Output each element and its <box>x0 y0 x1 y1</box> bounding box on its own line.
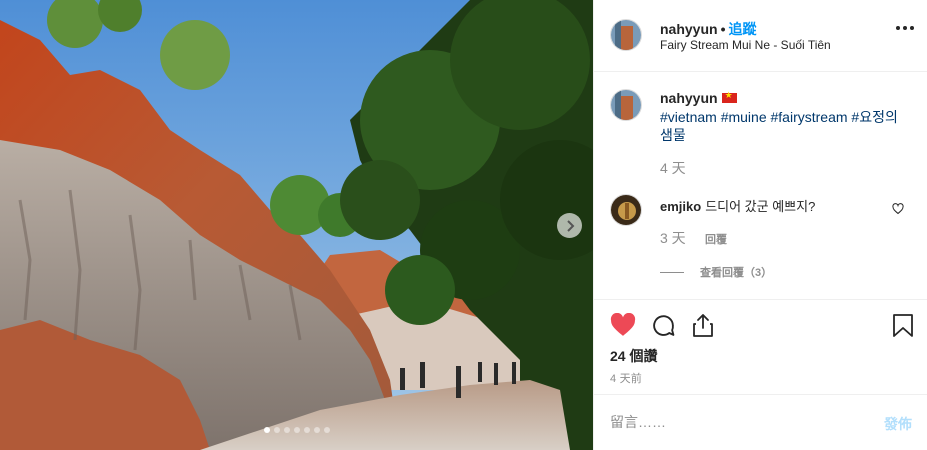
more-options-icon[interactable] <box>896 26 914 30</box>
comments-section: nahyyun #vietnam #muine #fairystream #요정… <box>594 72 927 300</box>
avatar[interactable] <box>610 89 642 121</box>
caption-username[interactable]: nahyyun <box>660 90 718 106</box>
comment-input[interactable] <box>610 411 850 433</box>
divider <box>660 271 684 273</box>
carousel-dot <box>273 427 280 433</box>
location-link[interactable]: Fairy Stream Mui Ne - Suối Tiên <box>660 38 831 52</box>
likes-count[interactable]: 24 個讚 <box>610 346 657 366</box>
comment-username[interactable]: emjiko <box>660 199 701 214</box>
action-bar: 24 個讚 4 天前 <box>594 300 927 395</box>
comment-timestamp: 3 天 <box>660 230 686 246</box>
avatar[interactable] <box>610 19 642 51</box>
post-timestamp: 4 天前 <box>610 373 642 385</box>
carousel-dot <box>263 427 270 433</box>
carousel-dot <box>323 427 330 433</box>
post-photo[interactable] <box>0 0 593 450</box>
view-replies-label: 查看回覆（3） <box>700 267 773 279</box>
username-link[interactable]: nahyyun <box>660 21 718 37</box>
share-icon[interactable] <box>691 313 715 338</box>
carousel-dot <box>283 427 290 433</box>
post-detail-panel: nahyyun • 追蹤 Fairy Stream Mui Ne - Suối Ti… <box>593 0 927 450</box>
comment-icon[interactable] <box>651 313 676 338</box>
view-replies-button[interactable]: 查看回覆（3） <box>660 264 772 280</box>
comment-item: emjiko 드디어 갔군 예쁘지? <box>660 196 815 215</box>
next-photo-button[interactable] <box>557 213 582 238</box>
carousel-dot <box>303 427 310 433</box>
comment-composer: 發佈 <box>594 395 927 450</box>
carousel-indicator <box>0 427 593 433</box>
chevron-right-icon <box>566 219 574 232</box>
post-header: nahyyun • 追蹤 Fairy Stream Mui Ne - Suối Ti… <box>594 0 927 72</box>
post-button[interactable]: 發佈 <box>884 414 912 434</box>
comment-text: 드디어 갔군 예쁘지? <box>705 199 816 214</box>
caption-timestamp: 4 天 <box>660 160 686 176</box>
vietnam-flag-icon <box>721 90 737 103</box>
bookmark-icon[interactable] <box>892 313 914 338</box>
heart-icon[interactable] <box>892 203 904 215</box>
separator: • <box>720 21 726 37</box>
carousel-dot <box>313 427 320 433</box>
fairy-stream-photo <box>0 0 593 450</box>
follow-button[interactable]: 追蹤 <box>728 21 756 37</box>
avatar[interactable] <box>610 194 642 226</box>
carousel-dot <box>293 427 300 433</box>
reply-button[interactable]: 回覆 <box>705 231 727 247</box>
heart-filled-icon[interactable] <box>610 313 636 337</box>
caption-hashtags[interactable]: #vietnam #muine #fairystream #요정의샘물 <box>660 108 910 144</box>
